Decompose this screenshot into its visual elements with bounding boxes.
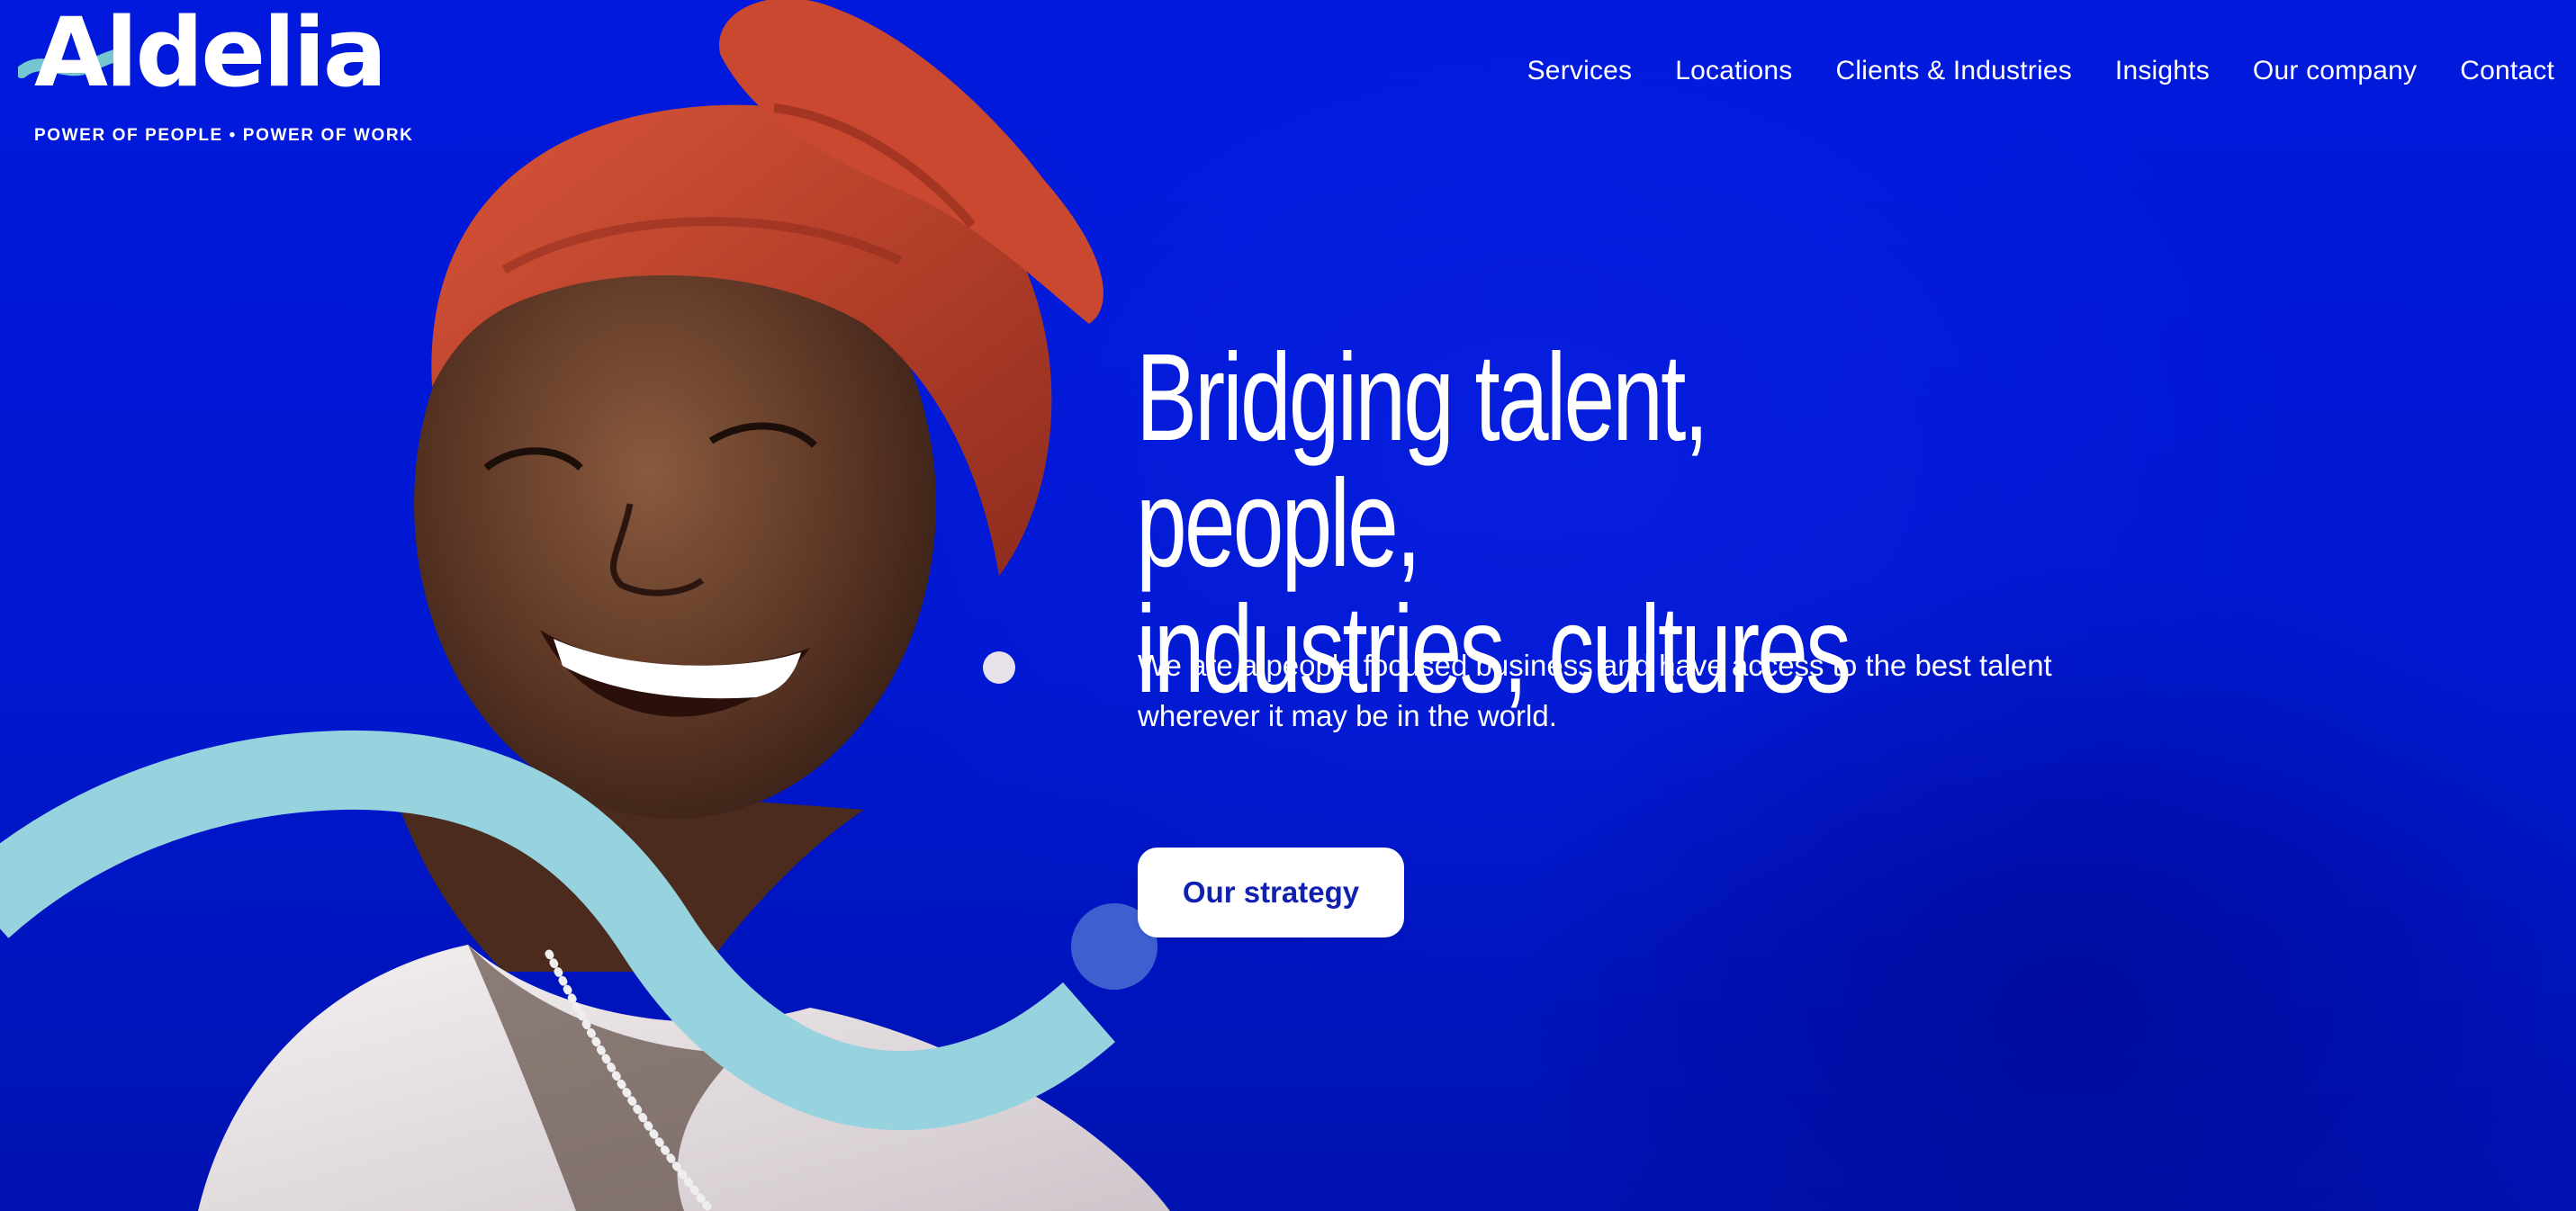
hero-subtitle-line-2: wherever it may be in the world. [1138,699,1557,732]
nav-item-contact[interactable]: Contact [2460,56,2554,86]
logo-wordmark: Aldelia [34,0,387,108]
hero-subtitle-line-1: We are a people focused business and hav… [1138,649,2052,682]
hero-portrait-image [198,0,1170,1211]
homepage: Aldelia POWER OF PEOPLE • POWER OF WORK … [0,0,2576,1211]
main-navigation: Services Locations Clients & Industries … [1527,56,2554,86]
nav-item-our-company[interactable]: Our company [2253,56,2417,86]
nav-item-services[interactable]: Services [1527,56,1633,86]
our-strategy-button[interactable]: Our strategy [1138,848,1404,937]
nav-item-locations[interactable]: Locations [1675,56,1792,86]
nav-item-insights[interactable]: Insights [2115,56,2210,86]
logo-tagline: POWER OF PEOPLE • POWER OF WORK [34,126,414,145]
nav-item-clients-industries[interactable]: Clients & Industries [1835,56,2071,86]
hero-title-line-1: Bridging talent, people, [1136,328,1709,593]
hero-subtitle: We are a people focused business and hav… [1138,641,2218,741]
brand-logo[interactable]: Aldelia POWER OF PEOPLE • POWER OF WORK [18,5,412,145]
